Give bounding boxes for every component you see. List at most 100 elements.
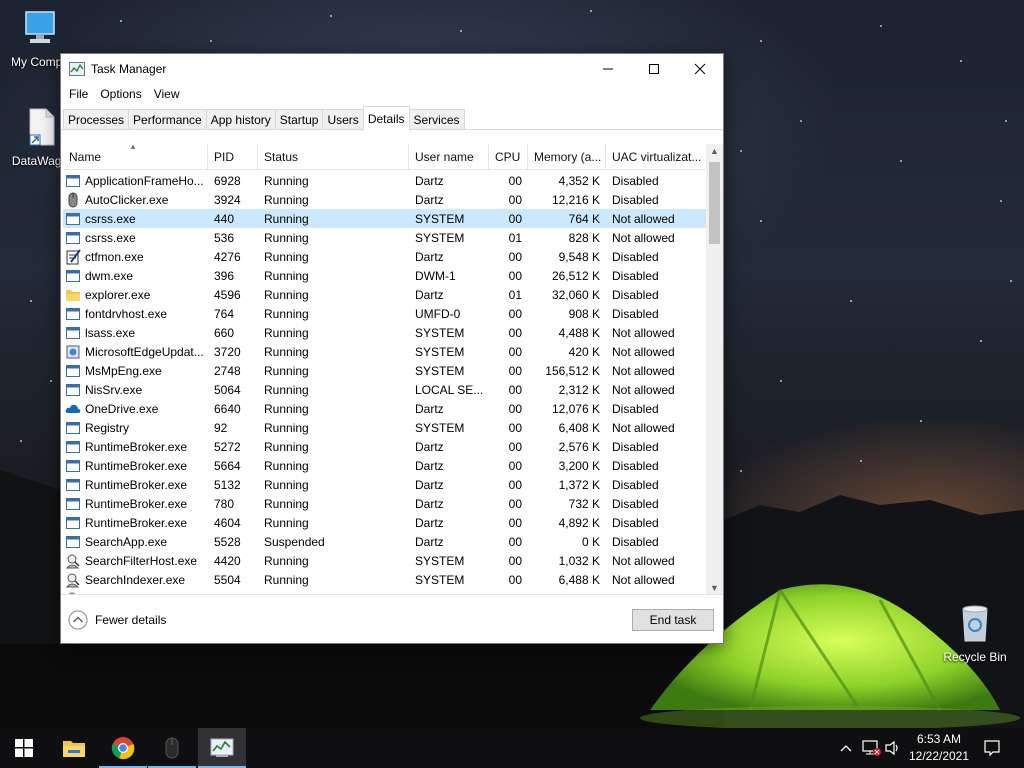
cell-status: Running: [264, 173, 309, 188]
task-manager-icon: [69, 62, 85, 76]
table-row[interactable]: csrss.exe 440 Running SYSTEM 00 764 K Not allo…: [63, 209, 708, 228]
table-row[interactable]: MsMpEng.exe 2748 Running SYSTEM 00 156,512 K N…: [63, 361, 708, 380]
cell-mem: 732 K: [568, 496, 600, 511]
sort-ascending-icon: ▲: [129, 142, 137, 151]
taskbar-task-manager[interactable]: [198, 728, 246, 768]
scrollbar-thumb[interactable]: [709, 162, 720, 244]
column-header-memory[interactable]: Memory (a...: [528, 144, 606, 170]
app-window-icon: [66, 440, 80, 453]
cell-status: Running: [264, 325, 309, 340]
table-row[interactable]: lsass.exe 660 Running SYSTEM 00 4,488 K Not al…: [63, 323, 708, 342]
menu-bar: File Options View: [61, 84, 723, 104]
cell-user: Dartz: [415, 496, 444, 511]
cell-name: RuntimeBroker.exe: [63, 494, 208, 513]
cell-uac: Disabled: [612, 458, 659, 473]
tab-startup[interactable]: Startup: [274, 109, 324, 129]
cell-mem: 6,408 K: [558, 420, 600, 435]
cell-status: Running: [264, 572, 309, 587]
table-row[interactable]: OneDrive.exe 6640 Running Dartz 00 12,076 K Di…: [63, 399, 708, 418]
table-row[interactable]: NisSrv.exe 5064 Running LOCAL SE... 00 2,312 …: [63, 380, 708, 399]
title-bar[interactable]: Task Manager: [61, 54, 723, 84]
show-hidden-icons-button[interactable]: [836, 728, 856, 768]
process-name: RuntimeBroker.exe: [85, 515, 188, 530]
search-person-icon: [65, 573, 80, 587]
cell-pid: 6640: [214, 401, 241, 416]
cell-cpu: 00: [508, 401, 522, 416]
process-name: ctfmon.exe: [85, 249, 144, 264]
tab-services[interactable]: Services: [408, 109, 465, 129]
table-row[interactable]: RuntimeBroker.exe 4604 Running Dartz 00 4,892…: [63, 513, 708, 532]
table-row[interactable]: MicrosoftEdgeUpdat... 3720 Running SYSTEM 00…: [63, 342, 708, 361]
column-header-status[interactable]: Status: [258, 144, 409, 170]
table-row[interactable]: fontdrvhost.exe 764 Running UMFD-0 00 908 K Di…: [63, 304, 708, 323]
tab-processes[interactable]: Processes: [63, 109, 130, 129]
desktop-icon-recycle-bin[interactable]: Recycle Bin: [935, 603, 1015, 664]
taskbar-chrome[interactable]: [99, 728, 147, 768]
table-row[interactable]: Registry 92 Running SYSTEM 00 6,408 K Not allo…: [63, 418, 708, 437]
installer-icon: [66, 345, 80, 358]
system-clock[interactable]: 6:53 AM 12/22/2021: [904, 731, 974, 765]
desktop-icon-label: Recycle Bin: [943, 650, 1007, 664]
table-row[interactable]: SearchIndexer.exe 5504 Running SYSTEM 00 6,48…: [63, 570, 708, 589]
cell-name: fontdrvhost.exe: [63, 304, 208, 323]
scroll-down-icon[interactable]: ▼: [706, 581, 723, 595]
column-header-pid[interactable]: PID: [208, 144, 258, 170]
fewer-details-button[interactable]: Fewer details: [68, 610, 166, 630]
menu-view[interactable]: View: [148, 87, 186, 101]
window-controls: [585, 54, 723, 84]
cell-mem: 6,488 K: [558, 572, 600, 587]
network-status[interactable]: [860, 728, 882, 768]
tab-performance[interactable]: Performance: [128, 109, 207, 129]
cell-pid: 5504: [214, 572, 241, 587]
minimize-button[interactable]: [585, 54, 631, 84]
end-task-button[interactable]: End task: [632, 609, 714, 631]
folder-icon: [63, 741, 85, 757]
table-row[interactable]: ctfmon.exe 4276 Running Dartz 00 9,548 K Disab…: [63, 247, 708, 266]
menu-options[interactable]: Options: [94, 87, 147, 101]
taskbar-file-explorer[interactable]: [50, 728, 98, 768]
cell-mem: 26,512 K: [551, 268, 600, 283]
start-button[interactable]: [0, 728, 48, 768]
table-row[interactable]: csrss.exe 536 Running SYSTEM 01 828 K Not allo…: [63, 228, 708, 247]
cell-mem: 12,216 K: [551, 192, 600, 207]
tab-details[interactable]: Details: [362, 106, 410, 130]
cell-pid: 536: [214, 230, 235, 245]
cell-name: RuntimeBroker.exe: [63, 456, 208, 475]
action-center-button[interactable]: [978, 728, 1006, 768]
menu-file[interactable]: File: [63, 87, 94, 101]
table-row[interactable]: RuntimeBroker.exe 5272 Running Dartz 00 2,576…: [63, 437, 708, 456]
cell-uac: Not allowed: [612, 420, 675, 435]
cell-name: AutoClicker.exe: [63, 190, 208, 209]
table-row[interactable]: SearchApp.exe 5528 Suspended Dartz 00 0 K Disa…: [63, 532, 708, 551]
table-row[interactable]: SearchFilterHost.exe 4420 Running SYSTEM 00 1…: [63, 551, 708, 570]
tab-users[interactable]: Users: [322, 109, 364, 129]
scroll-up-icon[interactable]: ▲: [706, 144, 723, 158]
table-row[interactable]: explorer.exe 4596 Running Dartz 01 32,060 K Di…: [63, 285, 708, 304]
cell-cpu: 00: [508, 268, 522, 283]
cell-uac: Disabled: [612, 534, 659, 549]
cell-cpu: 00: [508, 534, 522, 549]
cell-uac: Not allowed: [612, 572, 675, 587]
file-shortcut-icon: [29, 108, 55, 146]
column-header-uac-virtualization[interactable]: UAC virtualizat...: [606, 144, 708, 170]
table-row[interactable]: RuntimeBroker.exe 5664 Running Dartz 00 3,200…: [63, 456, 708, 475]
column-header-name[interactable]: Name ▲: [63, 142, 208, 170]
close-button[interactable]: [677, 54, 723, 84]
cell-uac: Disabled: [612, 268, 659, 283]
column-header-user-name[interactable]: User name: [409, 144, 489, 170]
tab-app-history[interactable]: App history: [205, 109, 276, 129]
column-header-cpu[interactable]: CPU: [489, 144, 528, 170]
table-row[interactable]: ApplicationFrameHo... 6928 Running Dartz 00 4…: [63, 171, 708, 190]
volume-control[interactable]: [883, 728, 903, 768]
cell-mem: 156,512 K: [545, 363, 600, 378]
taskbar-autoclicker[interactable]: [148, 728, 196, 768]
clock-time: 6:53 AM: [916, 732, 962, 746]
table-row[interactable]: AutoClicker.exe 3924 Running Dartz 00 12,216 …: [63, 190, 708, 209]
maximize-button[interactable]: [631, 54, 677, 84]
table-row[interactable]: dwm.exe 396 Running DWM-1 00 26,512 K Disabled: [63, 266, 708, 285]
vertical-scrollbar[interactable]: ▲ ▼: [706, 144, 723, 595]
cell-uac: Not allowed: [612, 325, 675, 340]
table-row[interactable]: RuntimeBroker.exe 5132 Running Dartz 00 1,372…: [63, 475, 708, 494]
network-disconnected-icon: [862, 740, 881, 756]
table-row[interactable]: RuntimeBroker.exe 780 Running Dartz 00 732 K D…: [63, 494, 708, 513]
